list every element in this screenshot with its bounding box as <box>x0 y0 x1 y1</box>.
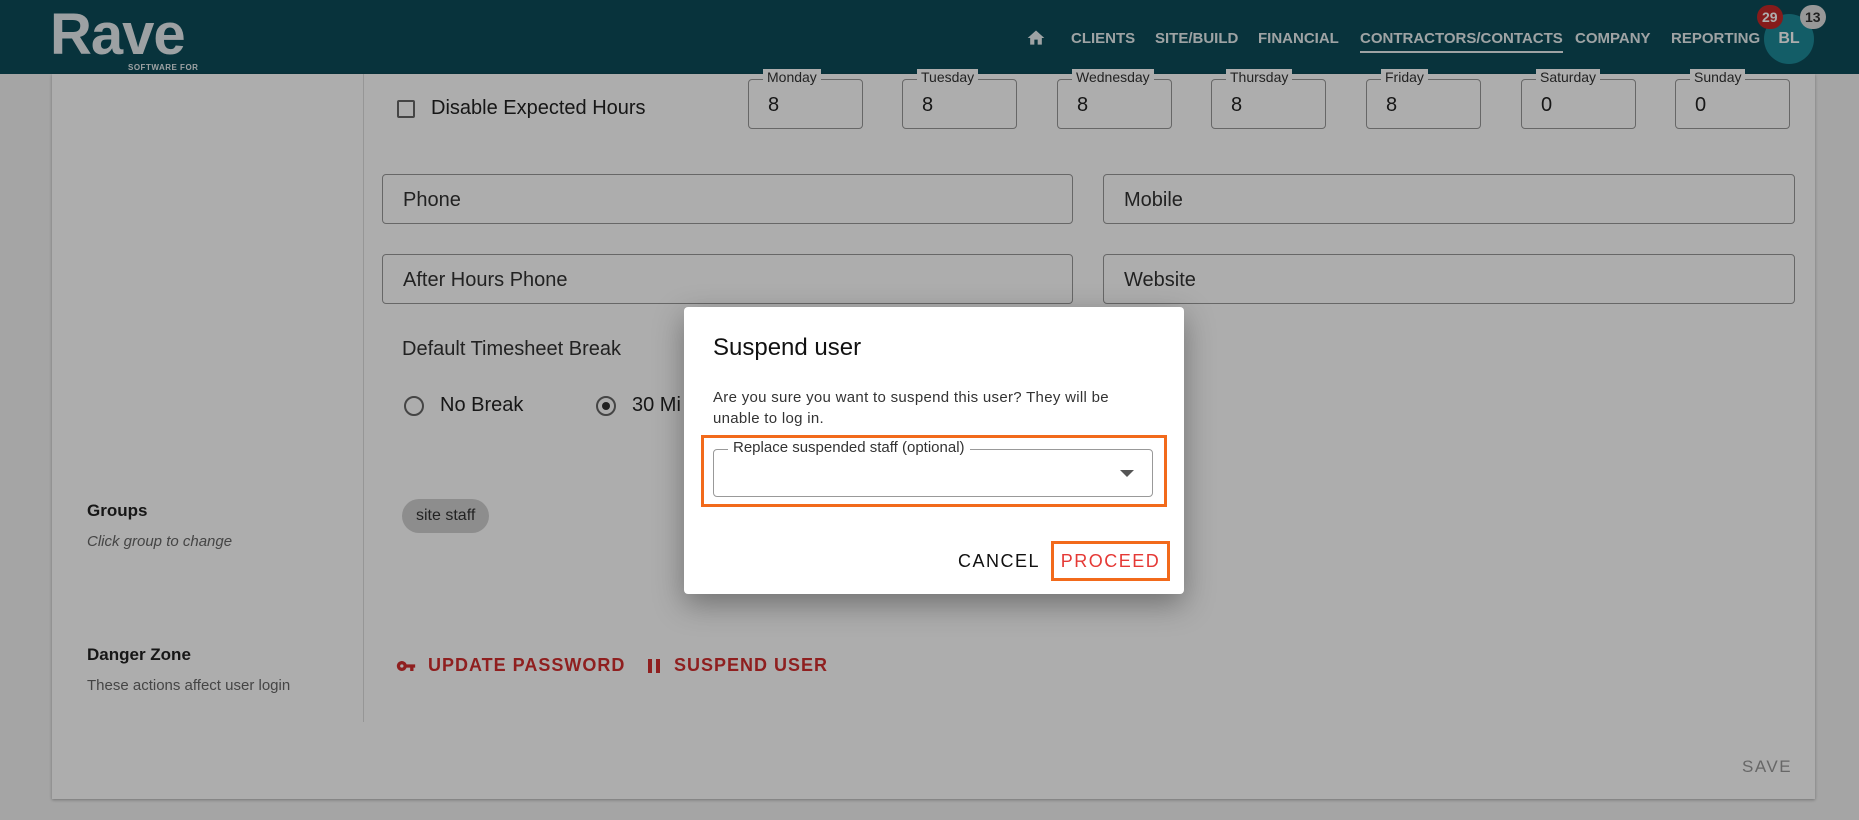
proceed-label: PROCEED <box>1060 550 1161 571</box>
replace-staff-select[interactable]: Replace suspended staff (optional) <box>713 439 1153 497</box>
suspend-user-dialog: Suspend user Are you sure you want to su… <box>684 307 1184 594</box>
dialog-message: Are you sure you want to suspend this us… <box>713 389 1109 427</box>
caret-down-icon[interactable] <box>1120 470 1134 477</box>
dialog-title: Suspend user <box>713 334 862 361</box>
proceed-button[interactable]: PROCEED <box>1051 541 1170 581</box>
cancel-button[interactable]: CANCEL <box>958 551 1040 572</box>
select-label: Replace suspended staff (optional) <box>728 439 970 456</box>
